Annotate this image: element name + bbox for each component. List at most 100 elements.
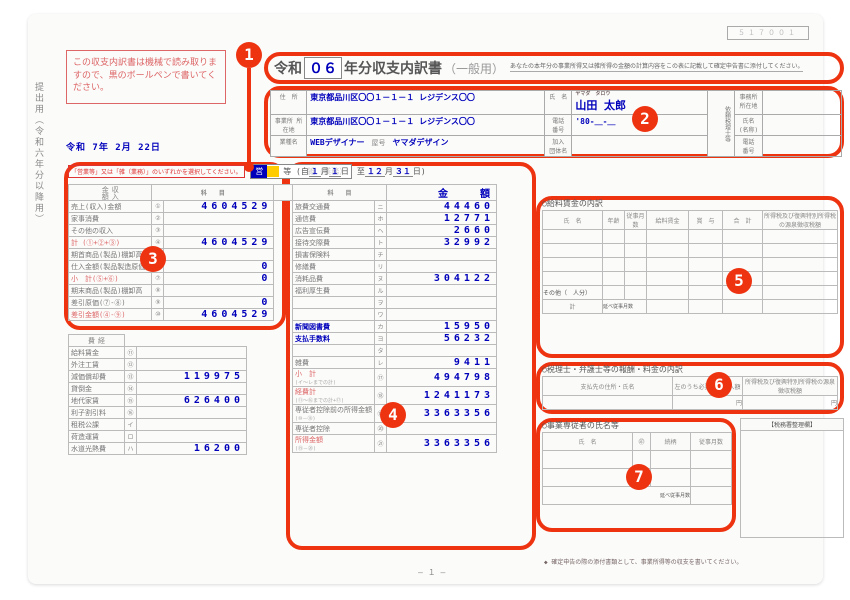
row-label: 旅費交通費 — [293, 201, 375, 213]
row-code: ⑦ — [152, 273, 164, 285]
badge-3: 3 — [140, 246, 166, 272]
title-text: 年分収支内訳書 — [344, 58, 442, 78]
row-label: 計 (①+②+③) — [69, 237, 152, 249]
row-code: ヨ — [375, 333, 387, 345]
row-amount — [137, 347, 247, 359]
row-amount — [137, 383, 247, 395]
row-label: 小 計(⑤+⑥) — [69, 273, 152, 285]
row-label: 差引金額(④-⑨) — [69, 309, 152, 321]
row-label — [293, 309, 375, 321]
row-code: ヲ — [375, 297, 387, 309]
fees-heading: ◯税理士・弁護士等の報酬・料金の内訳 — [542, 364, 683, 375]
row-code: カ — [375, 321, 387, 333]
row-code: ① — [152, 201, 164, 213]
row-code: ⑰ — [375, 369, 387, 387]
row-code: ⑭ — [125, 383, 137, 395]
row-code: ニ — [375, 201, 387, 213]
instruction-box: この収支内訳書は機械で読み取りますので、黒のボールペンで書いてください。 — [66, 50, 226, 104]
row-code: ③ — [152, 225, 164, 237]
row-code: ヌ — [375, 273, 387, 285]
row-label: 通信費 — [293, 213, 375, 225]
row-label: 荷造運賃 — [69, 431, 125, 443]
badge-1: 1 — [236, 42, 262, 68]
row-label: その他の収入 — [69, 225, 152, 237]
job-label: 業種名 — [271, 136, 307, 157]
row-label: 支払手数料 — [293, 333, 375, 345]
tel-label: 電話 番号 — [545, 115, 572, 136]
badge-6: 6 — [706, 372, 732, 398]
row-code: ㉑ — [375, 435, 387, 453]
row-label — [293, 297, 375, 309]
filer-info-table: 住 所 東京都品川区〇〇１－１－１ レジデンス〇〇 氏 名 ヤマダ タロウ山田 … — [270, 90, 842, 157]
side-tab-label: 提出用（令和六年分以降用） — [32, 82, 45, 225]
agent-office-label: 事務所 所在地 — [735, 91, 762, 115]
row-label: 所得金額(⑲－⑳) — [293, 435, 375, 453]
row-label: 租税公課 — [69, 419, 125, 431]
row-code: チ — [375, 249, 387, 261]
agent-office — [762, 91, 841, 115]
row-label: 修繕費 — [293, 261, 375, 273]
row-amount: 2660 — [387, 225, 497, 237]
row-label: 差引原価(⑦-⑧) — [69, 297, 152, 309]
era: 令和 — [274, 58, 302, 78]
title-general: （一般用） — [444, 60, 504, 77]
row-code: ⑯ — [125, 407, 137, 419]
family-heading: ◯事業専従者の氏名等 — [542, 420, 619, 431]
row-amount: 626400 — [137, 395, 247, 407]
footnote: ◆ 確定申告の際の添付書類として、事業所得等の収支を書いてください。 — [544, 557, 742, 566]
row-amount — [387, 261, 497, 273]
row-code: ワ — [375, 309, 387, 321]
row-code: ル — [375, 285, 387, 297]
row-code: ⑧ — [152, 285, 164, 297]
addr-label: 住 所 — [271, 91, 307, 115]
row-label: 給料賃金 — [69, 347, 125, 359]
title-note: あなたの本年分の事業所得又は雑所得の金額の計算内容をこの表に記載して確定申告書に… — [510, 64, 803, 73]
expense-left-table: 経 費 給料賃金⑪外注工賃⑫減価償却費⑬119975貸倒金⑭地代家賃⑮62640… — [68, 334, 247, 455]
row-label: 利子割引料 — [69, 407, 125, 419]
row-amount — [137, 419, 247, 431]
job-shop-cell: WEBデザイナー 屋号 ヤマダデザイン — [307, 136, 545, 157]
row-amount — [137, 407, 247, 419]
badge-5: 5 — [726, 268, 752, 294]
row-amount: 494798 — [387, 369, 497, 387]
row-code: ⑬ — [125, 371, 137, 383]
row-label: 経費計(⑪～⑯までの計+⑰) — [293, 387, 375, 405]
row-amount — [387, 423, 497, 435]
name-label: 氏 名 — [545, 91, 572, 115]
row-amount — [387, 345, 497, 357]
tax-office-box: 【税務署整理欄】 — [740, 418, 844, 538]
bizaddr-value: 東京都品川区〇〇１－１－１ レジデンス〇〇 — [307, 115, 545, 136]
fees-table: 支払先の住所・氏名左のうち必要経費算入額所得税及び復興特別所得税の源泉徴収税額 … — [542, 376, 838, 410]
row-label: 貸倒金 — [69, 383, 125, 395]
row-code: ② — [152, 213, 164, 225]
row-amount: 4604529 — [164, 201, 274, 213]
badge-1-dot — [244, 162, 254, 172]
row-label: 地代家賃 — [69, 395, 125, 407]
row-amount — [164, 249, 274, 261]
row-label: 小 計(イ～レまでの計) — [293, 369, 375, 387]
row-code: ⑮ — [125, 395, 137, 407]
row-label: 仕入金額(製品製造原価) — [69, 261, 152, 273]
row-label: 期末商品(製品)棚卸高 — [69, 285, 152, 297]
salary-heading: ◯給料賃金の内訳 — [542, 198, 603, 209]
row-label: 家事消費 — [69, 213, 152, 225]
row-label: 新聞図書費 — [293, 321, 375, 333]
row-amount: 44460 — [387, 201, 497, 213]
row-code: タ — [375, 345, 387, 357]
row-amount: 0 — [164, 261, 274, 273]
filing-date: 令和 7年 2月 22日 — [66, 140, 161, 153]
row-amount: 9411 — [387, 357, 497, 369]
agent-name-label: 氏名 (名称) — [735, 115, 762, 136]
row-label: 外注工賃 — [69, 359, 125, 371]
row-amount — [387, 249, 497, 261]
row-code: ⑨ — [152, 297, 164, 309]
row-amount: 119975 — [137, 371, 247, 383]
title-bar: 令和 ０６ 年分収支内訳書 （一般用） あなたの本年分の事業所得又は雑所得の金額… — [274, 56, 834, 80]
row-code: ⑪ — [125, 347, 137, 359]
badge-2: 2 — [632, 106, 658, 132]
row-label: 損害保険料 — [293, 249, 375, 261]
salary-table: 氏 名年齢従事月数給料賃金賞 与合 計所得税及び復興特別所得税の源泉徴収税額 そ… — [542, 210, 838, 314]
year: ０６ — [304, 57, 342, 79]
row-amount: 16200 — [137, 443, 247, 455]
row-amount — [137, 431, 247, 443]
